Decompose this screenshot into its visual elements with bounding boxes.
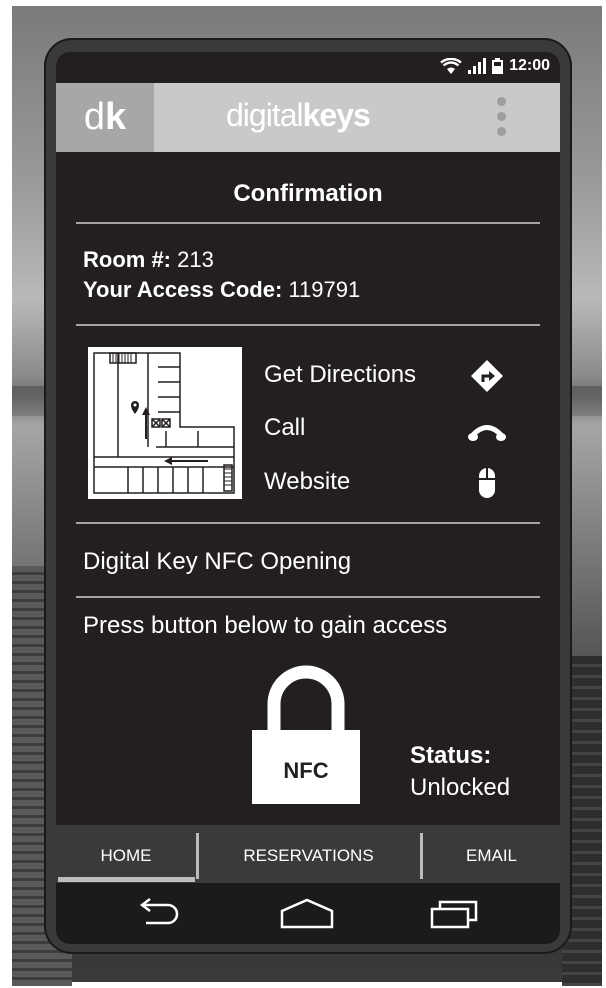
- app-monogram[interactable]: dk: [56, 83, 154, 152]
- phone-screen: 12:00 dk digitalkeys Confirmation Room #…: [56, 52, 560, 944]
- battery-icon: [492, 58, 504, 74]
- wifi-icon: [440, 58, 462, 74]
- active-tab-indicator: [58, 877, 195, 882]
- call-link[interactable]: Call: [264, 414, 305, 442]
- system-nav-bar: [56, 883, 560, 944]
- page-title: Confirmation: [233, 180, 383, 207]
- tab-reservations[interactable]: RESERVATIONS: [199, 825, 418, 883]
- divider: [76, 596, 540, 598]
- bottom-tab-bar: HOME RESERVATIONS EMAIL: [56, 825, 560, 883]
- divider: [76, 222, 540, 224]
- divider: [76, 324, 540, 326]
- nfc-button-label: NFC: [283, 758, 329, 783]
- get-directions-link[interactable]: Get Directions: [264, 361, 416, 389]
- nfc-section-title: Digital Key NFC Opening: [83, 548, 352, 575]
- access-code: Your Access Code: 119791: [83, 277, 361, 302]
- status-time: 12:00: [509, 57, 550, 74]
- recent-apps-icon[interactable]: [428, 897, 482, 931]
- directions-icon[interactable]: [466, 359, 508, 393]
- mouse-icon[interactable]: [466, 466, 508, 500]
- phone-icon[interactable]: [466, 414, 508, 448]
- status-bar: 12:00: [56, 52, 560, 82]
- status-label: Status:: [410, 742, 492, 769]
- nfc-instruction: Press button below to gain access: [83, 612, 448, 639]
- signal-icon: [468, 58, 487, 74]
- room-number: Room #: 213: [83, 247, 214, 272]
- app-bar: dk digitalkeys: [56, 83, 560, 152]
- back-icon[interactable]: [132, 897, 186, 931]
- tab-email[interactable]: EMAIL: [423, 825, 560, 883]
- divider: [76, 522, 540, 524]
- floor-plan-map[interactable]: [88, 347, 242, 499]
- tab-home[interactable]: HOME: [56, 825, 196, 883]
- home-icon[interactable]: [280, 897, 334, 931]
- app-logo: digitalkeys: [226, 97, 371, 133]
- status-badge: Unlocked: [410, 774, 511, 801]
- website-link[interactable]: Website: [264, 468, 350, 496]
- overflow-menu-icon[interactable]: [496, 97, 508, 139]
